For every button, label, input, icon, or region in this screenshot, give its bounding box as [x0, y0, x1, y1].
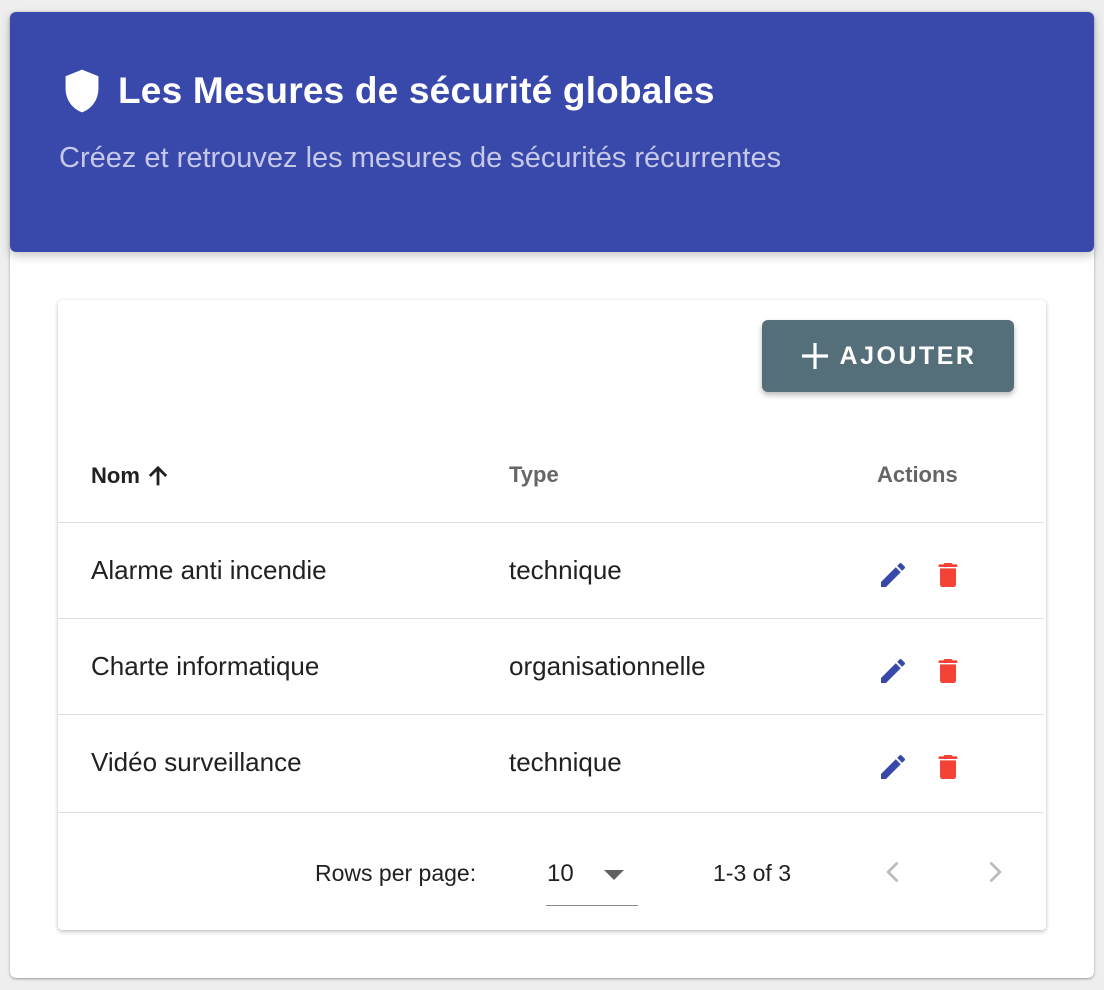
pencil-icon — [881, 658, 906, 683]
trash-icon — [938, 755, 958, 779]
cell-type: technique — [509, 555, 622, 585]
cell-nom: Alarme anti incendie — [91, 555, 327, 585]
previous-page-button[interactable] — [880, 858, 908, 886]
delete-button[interactable] — [932, 751, 964, 783]
column-header-actions: Actions — [877, 462, 958, 487]
rows-per-page-value: 10 — [547, 860, 574, 887]
cell-nom: Vidéo surveillance — [91, 747, 302, 777]
next-page-button[interactable] — [980, 858, 1008, 886]
delete-button[interactable] — [932, 655, 964, 687]
cell-nom: Charte informatique — [91, 651, 320, 681]
table-row: Vidéo surveillance technique — [58, 715, 1044, 813]
pencil-icon — [881, 754, 906, 779]
cell-type: technique — [509, 747, 622, 777]
column-header-nom-label: Nom — [91, 463, 140, 488]
edit-button[interactable] — [877, 655, 909, 687]
page-subtitle: Créez et retrouvez les mesures de sécuri… — [59, 142, 782, 174]
shield-icon — [62, 68, 102, 114]
column-header-type[interactable]: Type — [509, 462, 559, 488]
arrow-up-icon — [144, 462, 172, 490]
page-header: Les Mesures de sécurité globales Créez e… — [10, 12, 1094, 252]
page-title: Les Mesures de sécurité globales — [118, 70, 715, 111]
table-row: Alarme anti incendie technique — [58, 523, 1044, 619]
table-header: Nom Type Actions — [58, 430, 1044, 523]
pagination-range: 1-3 of 3 — [713, 860, 791, 886]
edit-button[interactable] — [877, 751, 909, 783]
chevron-right-icon — [989, 861, 1002, 883]
add-button[interactable]: AJOUTER — [762, 320, 1014, 392]
delete-button[interactable] — [932, 559, 964, 591]
rows-per-page-select[interactable]: 10 — [546, 854, 638, 906]
table-pagination: Rows per page: 10 1-3 of 3 — [58, 814, 1044, 930]
edit-button[interactable] — [877, 559, 909, 591]
header-title-row: Les Mesures de sécurité globales — [62, 68, 715, 114]
trash-icon — [938, 659, 958, 683]
chevron-left-icon — [886, 861, 899, 883]
pencil-icon — [881, 562, 906, 587]
dropdown-arrow-icon — [602, 868, 626, 882]
add-button-label: AJOUTER — [839, 341, 977, 370]
measures-table-card: AJOUTER Nom Type Actions Alarme anti inc… — [58, 300, 1046, 930]
cell-type: organisationnelle — [509, 651, 706, 681]
rows-per-page-label: Rows per page: — [315, 860, 477, 886]
column-header-nom[interactable]: Nom — [91, 462, 172, 490]
table-row: Charte informatique organisationnelle — [58, 619, 1044, 715]
plus-icon — [800, 341, 830, 371]
trash-icon — [938, 563, 958, 587]
